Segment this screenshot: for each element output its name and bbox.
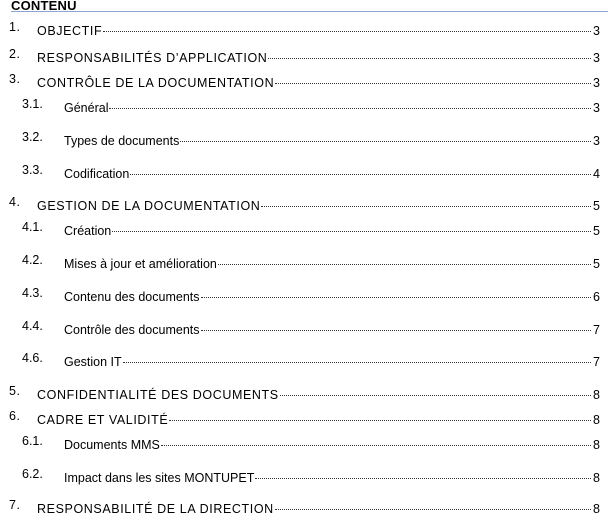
toc-entry-number: 6.2. bbox=[22, 467, 43, 481]
toc-entry[interactable]: 1. OBJECTIF 3 bbox=[0, 19, 610, 38]
toc-entry-page: 5 bbox=[593, 257, 600, 271]
dot-leader bbox=[200, 318, 592, 334]
dot-leader bbox=[130, 162, 591, 178]
toc-entry-page: 7 bbox=[593, 323, 600, 337]
toc-entry[interactable]: 3.1. Général 3 bbox=[0, 96, 610, 115]
dot-leader bbox=[122, 350, 592, 366]
toc-entry-number: 4.4. bbox=[22, 319, 43, 333]
toc-entry-page: 5 bbox=[593, 199, 600, 213]
toc-entry[interactable]: 4.1. Création 5 bbox=[0, 219, 610, 238]
toc-entry-page: 7 bbox=[593, 355, 600, 369]
toc-entry-label: Impact dans les sites MONTUPET bbox=[64, 471, 255, 485]
toc-entry[interactable]: 6.2. Impact dans les sites MONTUPET 8 bbox=[0, 466, 610, 485]
toc-entry-page: 8 bbox=[593, 388, 600, 402]
toc-entry-number: 4. bbox=[9, 195, 21, 209]
toc-entry[interactable]: 3.3. Codification 4 bbox=[0, 162, 610, 181]
toc-entry-page: 5 bbox=[593, 224, 600, 238]
toc-entry-number: 5. bbox=[9, 384, 21, 398]
toc-entry-label: Création bbox=[64, 224, 112, 238]
toc-entry-page: 8 bbox=[593, 413, 600, 427]
dot-leader bbox=[261, 194, 591, 210]
dot-leader bbox=[268, 46, 591, 62]
dot-leader bbox=[180, 129, 591, 145]
dot-leader bbox=[275, 71, 591, 87]
toc-entry-page: 3 bbox=[593, 101, 600, 115]
toc-entry-label: GESTION DE LA DOCUMENTATION bbox=[37, 199, 261, 213]
toc-entry[interactable]: 4.3. Contenu des documents 6 bbox=[0, 285, 610, 304]
toc-entry-page: 8 bbox=[593, 471, 600, 485]
toc-entry-number: 3. bbox=[9, 72, 21, 86]
toc-entry-number: 6.1. bbox=[22, 434, 43, 448]
toc-entry-number: 3.1. bbox=[22, 97, 43, 111]
toc-entry-label: Documents MMS bbox=[64, 438, 160, 452]
toc-entry-number: 4.3. bbox=[22, 286, 43, 300]
toc-entry-page: 3 bbox=[593, 134, 600, 148]
toc-entry-label: Contrôle des documents bbox=[64, 323, 200, 337]
toc-entry-label: CONFIDENTIALITÉ DES DOCUMENTS bbox=[37, 388, 279, 402]
dot-leader bbox=[169, 408, 591, 424]
toc-entry-page: 3 bbox=[593, 51, 600, 65]
dot-leader bbox=[274, 497, 592, 513]
toc-entry-page: 8 bbox=[593, 438, 600, 452]
dot-leader bbox=[279, 383, 592, 399]
toc-entry[interactable]: 7. RESPONSABILITÉ DE LA DIRECTION 8 bbox=[0, 497, 610, 516]
toc-entry-page: 3 bbox=[593, 24, 600, 38]
toc-entry-page: 3 bbox=[593, 76, 600, 90]
dot-leader bbox=[160, 433, 592, 449]
toc-entry[interactable]: 6. CADRE ET VALIDITÉ 8 bbox=[0, 408, 610, 427]
toc-entry-page: 6 bbox=[593, 290, 600, 304]
toc-entry[interactable]: 4.6. Gestion IT 7 bbox=[0, 350, 610, 369]
toc-entry-number: 3.3. bbox=[22, 163, 43, 177]
toc-entry[interactable]: 4.4. Contrôle des documents 7 bbox=[0, 318, 610, 337]
toc-entry[interactable]: 4. GESTION DE LA DOCUMENTATION 5 bbox=[0, 194, 610, 213]
dot-leader bbox=[255, 466, 591, 482]
dot-leader bbox=[200, 285, 592, 301]
toc-entry[interactable]: 4.2. Mises à jour et amélioration 5 bbox=[0, 252, 610, 271]
toc-entry-label: CONTRÔLE DE LA DOCUMENTATION bbox=[37, 76, 275, 90]
toc-entry-label: Général bbox=[64, 101, 109, 115]
heading-rule bbox=[11, 11, 608, 12]
toc-entry-number: 6. bbox=[9, 409, 21, 423]
toc-entry-label: Types de documents bbox=[64, 134, 180, 148]
dot-leader bbox=[109, 96, 591, 112]
toc-entry[interactable]: 2. RESPONSABILITÉS D’APPLICATION 3 bbox=[0, 46, 610, 65]
dot-leader bbox=[103, 19, 591, 35]
toc-entry-number: 4.6. bbox=[22, 351, 43, 365]
toc-entry-number: 4.2. bbox=[22, 253, 43, 267]
toc-entry-label: CADRE ET VALIDITÉ bbox=[37, 413, 169, 427]
toc-entry[interactable]: 3.2. Types de documents 3 bbox=[0, 129, 610, 148]
toc-entry-label: OBJECTIF bbox=[37, 24, 103, 38]
toc-entry-label: Mises à jour et amélioration bbox=[64, 257, 217, 271]
toc-entry-page: 8 bbox=[593, 502, 600, 516]
toc-entry-number: 7. bbox=[9, 498, 21, 512]
toc-entry-label: Codification bbox=[64, 167, 130, 181]
toc-entry-number: 2. bbox=[9, 47, 21, 61]
toc-entry[interactable]: 3. CONTRÔLE DE LA DOCUMENTATION 3 bbox=[0, 71, 610, 90]
toc-entry-label: Contenu des documents bbox=[64, 290, 200, 304]
toc-entry-number: 4.1. bbox=[22, 220, 43, 234]
toc-entry-label: RESPONSABILITÉS D’APPLICATION bbox=[37, 51, 268, 65]
toc-entry-page: 4 bbox=[593, 167, 600, 181]
toc-entry-label: RESPONSABILITÉ DE LA DIRECTION bbox=[37, 502, 274, 516]
toc-entry[interactable]: 5. CONFIDENTIALITÉ DES DOCUMENTS 8 bbox=[0, 383, 610, 402]
toc-entry-number: 3.2. bbox=[22, 130, 43, 144]
dot-leader bbox=[217, 252, 592, 268]
toc-entry-label: Gestion IT bbox=[64, 355, 122, 369]
dot-leader bbox=[112, 219, 591, 235]
toc-entry[interactable]: 6.1. Documents MMS 8 bbox=[0, 433, 610, 452]
toc-entry-number: 1. bbox=[9, 20, 21, 34]
